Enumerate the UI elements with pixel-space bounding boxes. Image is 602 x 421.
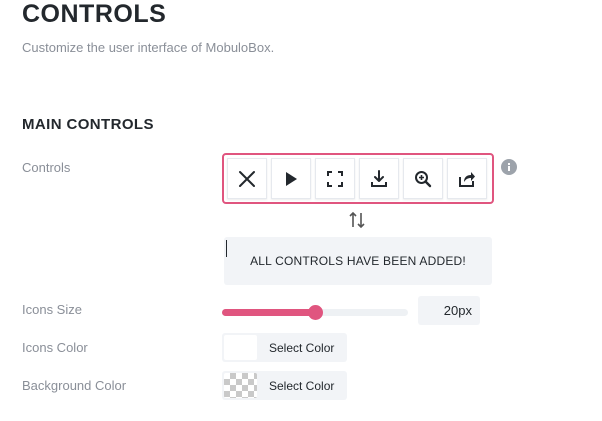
icons-size-slider[interactable] — [222, 305, 408, 320]
background-color-swatch — [224, 373, 257, 398]
close-control-button[interactable] — [227, 158, 267, 199]
controls-toolbar — [222, 153, 494, 204]
icons-size-label: Icons Size — [22, 302, 82, 317]
slider-fill — [222, 309, 315, 316]
icons-color-button-label: Select Color — [269, 340, 335, 355]
fullscreen-control-button[interactable] — [315, 158, 355, 199]
zoom-control-button[interactable] — [403, 158, 443, 199]
close-icon — [239, 170, 255, 187]
share-control-button[interactable] — [447, 158, 487, 199]
swap-arrows-icon — [349, 211, 365, 229]
section-title: MAIN CONTROLS — [22, 116, 154, 133]
icons-color-picker[interactable]: Select Color — [222, 333, 347, 362]
zoom-in-icon — [415, 170, 432, 187]
page-title: CONTROLS — [22, 0, 167, 28]
text-cursor — [226, 240, 227, 257]
slider-handle[interactable] — [308, 305, 323, 320]
download-icon — [371, 169, 387, 187]
background-color-button-label: Select Color — [269, 378, 335, 393]
fullscreen-icon — [327, 170, 343, 187]
drop-zone-message: ALL CONTROLS HAVE BEEN ADDED! — [250, 254, 466, 268]
download-control-button[interactable] — [359, 158, 399, 199]
background-color-picker[interactable]: Select Color — [222, 371, 347, 400]
icons-size-value[interactable]: 20px — [418, 296, 480, 325]
controls-drop-zone[interactable]: ALL CONTROLS HAVE BEEN ADDED! — [224, 237, 492, 285]
play-control-button[interactable] — [271, 158, 311, 199]
controls-label: Controls — [22, 160, 71, 175]
info-icon[interactable] — [501, 159, 517, 175]
icons-color-swatch — [224, 335, 257, 360]
page-description: Customize the user interface of MobuloBo… — [22, 40, 275, 55]
background-color-label: Background Color — [22, 378, 127, 393]
play-icon — [286, 171, 297, 186]
icons-color-label: Icons Color — [22, 340, 88, 355]
share-icon — [459, 171, 475, 187]
